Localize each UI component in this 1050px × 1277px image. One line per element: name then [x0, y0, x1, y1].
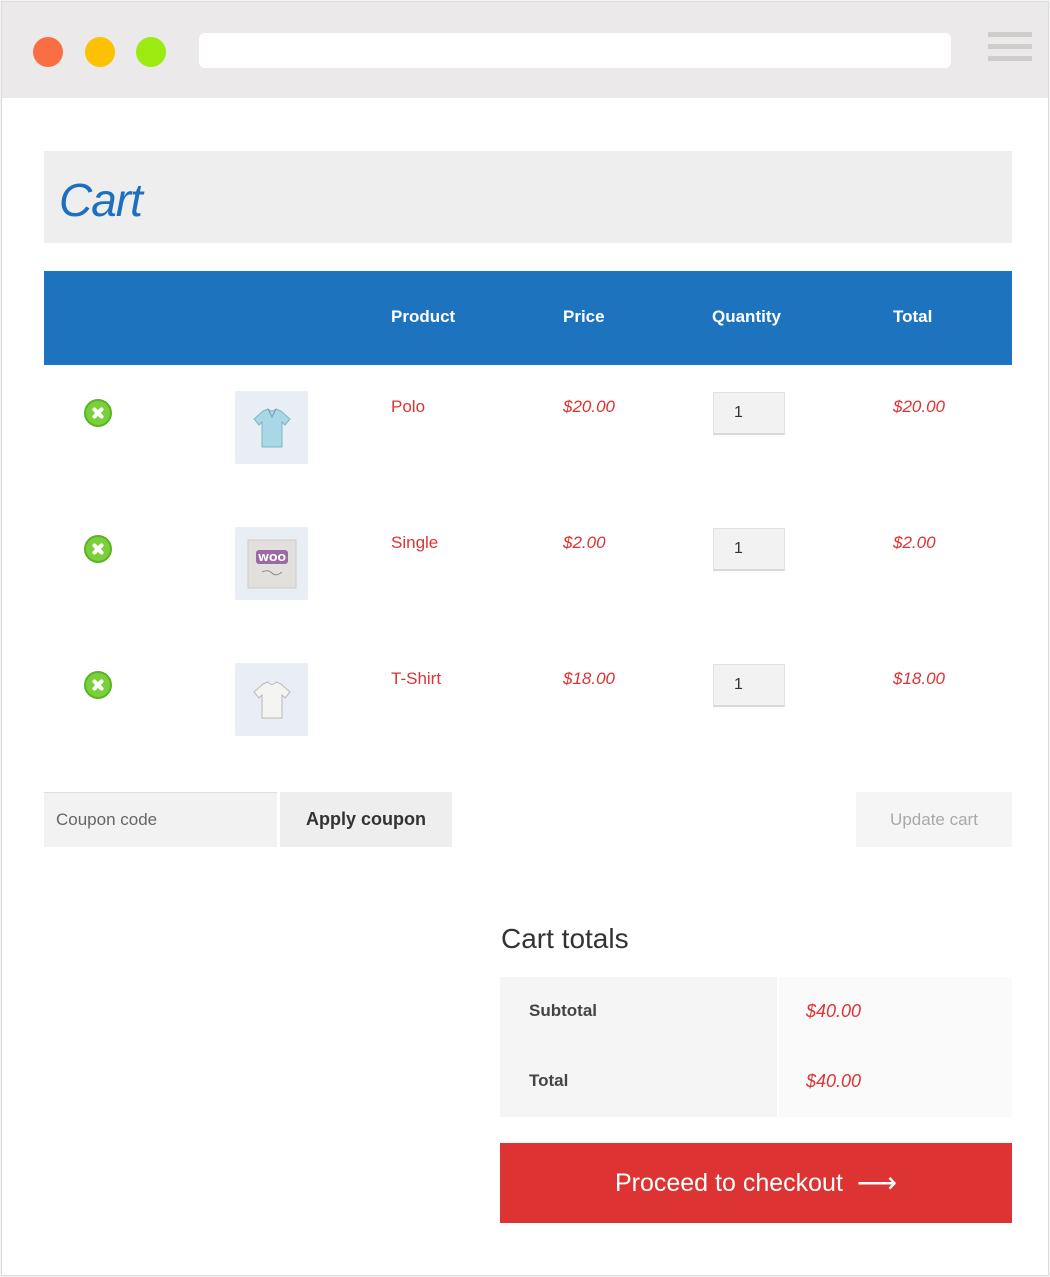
- remove-item-icon[interactable]: [84, 535, 112, 563]
- quantity-input[interactable]: [713, 664, 785, 707]
- total-value: $40.00: [779, 1047, 1012, 1117]
- header-price: Price: [563, 307, 605, 326]
- header-quantity: Quantity: [712, 307, 781, 326]
- product-price: $18.00: [563, 669, 615, 688]
- cart-totals-table: Subtotal $40.00 Total $40.00: [500, 977, 1012, 1117]
- quantity-input[interactable]: [713, 528, 785, 571]
- cart-totals-heading: Cart totals: [501, 923, 629, 954]
- coupon-input[interactable]: [44, 792, 277, 847]
- product-price: $20.00: [563, 397, 615, 416]
- remove-item-icon[interactable]: [84, 399, 112, 427]
- total-label: Total: [500, 1047, 777, 1117]
- proceed-to-checkout-button[interactable]: Proceed to checkout ⟶: [500, 1143, 1012, 1223]
- page-title: Cart: [59, 174, 143, 226]
- line-total: $2.00: [893, 533, 936, 552]
- product-link[interactable]: Single: [391, 533, 438, 553]
- line-total: $18.00: [893, 669, 945, 688]
- tshirt-icon[interactable]: [235, 663, 308, 736]
- update-cart-button[interactable]: Update cart: [856, 792, 1012, 847]
- product-link[interactable]: T-Shirt: [391, 669, 441, 689]
- svg-text:WOO: WOO: [257, 553, 285, 564]
- address-bar[interactable]: [199, 33, 951, 68]
- subtotal-row: Subtotal $40.00: [500, 977, 1012, 1047]
- maximize-window-dot[interactable]: [136, 37, 166, 67]
- cart-table-header: Product Price Quantity Total: [44, 271, 1012, 365]
- subtotal-label: Subtotal: [500, 977, 777, 1047]
- product-link[interactable]: Polo: [391, 397, 425, 417]
- subtotal-value: $40.00: [779, 977, 1012, 1047]
- arrow-right-icon: ⟶: [856, 1167, 898, 1198]
- menu-icon[interactable]: [988, 32, 1032, 70]
- checkout-label: Proceed to checkout: [614, 1168, 843, 1197]
- total-row: Total $40.00: [500, 1047, 1012, 1117]
- header-product: Product: [391, 307, 456, 326]
- apply-coupon-button[interactable]: Apply coupon: [280, 792, 452, 847]
- cart-row: Polo $20.00 $20.00: [44, 365, 1012, 501]
- minimize-window-dot[interactable]: [85, 37, 115, 67]
- header-total: Total: [893, 307, 933, 326]
- line-total: $20.00: [893, 397, 945, 416]
- page-title-bar: Cart: [44, 151, 1012, 243]
- browser-window: Cart Product Price Quantity Total Polo $…: [1, 1, 1049, 1276]
- polo-shirt-icon[interactable]: [235, 391, 308, 464]
- close-window-dot[interactable]: [33, 37, 63, 67]
- cart-row: T-Shirt $18.00 $18.00: [44, 637, 1012, 773]
- cart-row: WOO Single $2.00 $2.00: [44, 501, 1012, 637]
- remove-item-icon[interactable]: [84, 671, 112, 699]
- product-price: $2.00: [563, 533, 606, 552]
- browser-chrome: [2, 2, 1048, 98]
- quantity-input[interactable]: [713, 392, 785, 435]
- woo-album-icon[interactable]: WOO: [235, 527, 308, 600]
